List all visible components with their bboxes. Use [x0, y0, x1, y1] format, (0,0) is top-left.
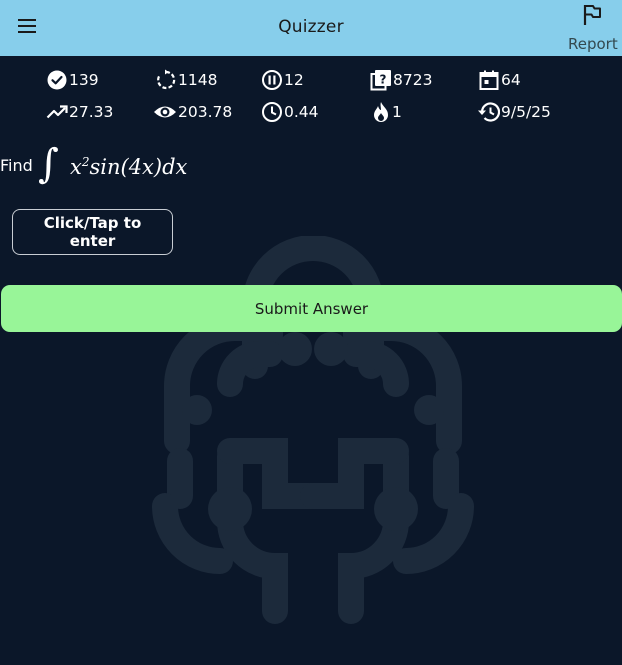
stat-value: 203.78	[178, 103, 233, 121]
app-bar: Quizzer Report	[0, 0, 622, 56]
expr-rest: sin(4x)dx	[89, 155, 188, 179]
stat-repeats: 1148	[155, 69, 217, 91]
stat-value: 139	[69, 71, 99, 89]
repeat-icon	[157, 69, 176, 90]
stat-questions: ? 8723	[370, 69, 432, 91]
question-prompt: Find	[0, 156, 33, 175]
stat-views: 203.78	[153, 101, 232, 123]
calendar-icon	[479, 70, 499, 90]
stat-time: 0.44	[261, 101, 319, 123]
answer-entry-button[interactable]: Click/Tap to enter	[12, 209, 173, 255]
app-title: Quizzer	[278, 17, 344, 37]
report-button[interactable]: Report	[566, 0, 622, 56]
submit-answer-button[interactable]: Submit Answer	[1, 285, 622, 332]
stat-value: 1	[392, 103, 402, 121]
expr-base: x	[70, 155, 82, 179]
stat-value: 12	[284, 71, 304, 89]
stat-value: 0.44	[284, 103, 319, 121]
history-icon	[478, 102, 500, 122]
flag-icon	[583, 5, 601, 25]
stat-value: 27.33	[69, 103, 114, 121]
svg-text:?: ?	[380, 73, 387, 87]
pause-circle-icon	[262, 70, 282, 90]
stat-value: 64	[501, 71, 521, 89]
stat-value: 9/5/25	[501, 103, 551, 121]
trending-up-icon	[46, 105, 68, 119]
clock-icon	[262, 102, 282, 122]
fire-icon	[374, 102, 388, 122]
stat-last-review: 9/5/25	[477, 101, 551, 123]
stat-streak: 1	[371, 101, 402, 123]
report-label: Report	[568, 35, 618, 53]
stat-trend: 27.33	[46, 101, 113, 123]
integrand: x2sin(4x)dx	[70, 155, 187, 179]
stat-value: 8723	[393, 71, 433, 89]
integral-symbol: ∫	[38, 141, 59, 187]
eye-icon	[154, 106, 176, 118]
stat-value: 1148	[178, 71, 218, 89]
question-box-icon: ?	[370, 70, 391, 91]
stat-paused: 12	[261, 69, 304, 91]
stat-calendar: 64	[478, 69, 521, 91]
check-circle-icon	[47, 70, 67, 90]
stat-correct: 139	[46, 69, 99, 91]
